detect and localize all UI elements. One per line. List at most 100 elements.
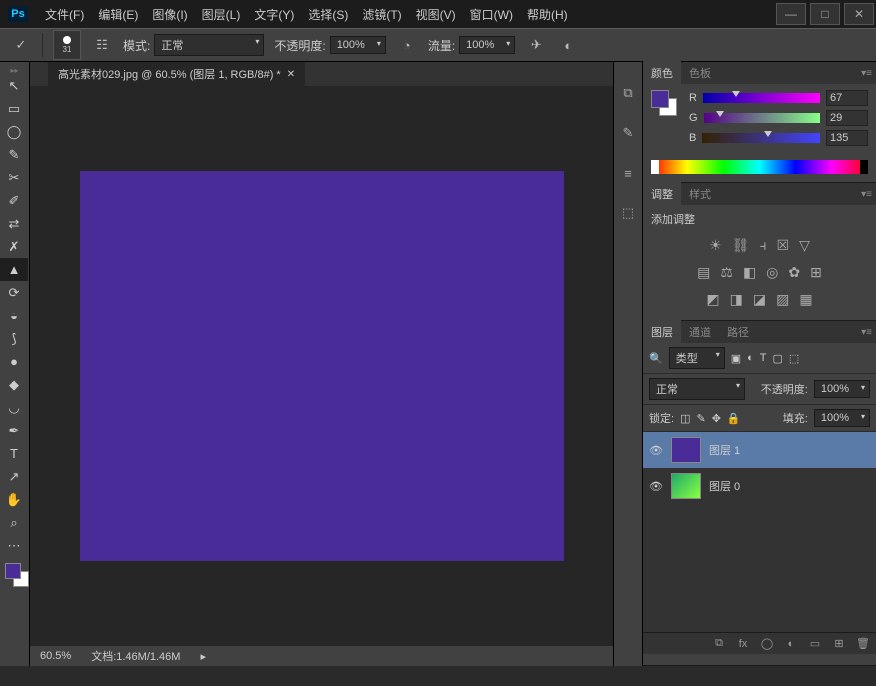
menu-item[interactable]: 文件(F)	[38, 2, 91, 27]
brightness-icon[interactable]: ☀	[709, 237, 722, 254]
trash-icon[interactable]: 🗑	[856, 637, 870, 650]
menu-item[interactable]: 文字(Y)	[247, 2, 301, 27]
fg-bg-swatches[interactable]	[3, 563, 26, 591]
tool-preset-icon[interactable]: ✓	[10, 34, 32, 56]
brush-panel-icon[interactable]: ☷	[91, 34, 113, 56]
lock-all-icon[interactable]: 🔒	[727, 412, 741, 425]
tab-channels[interactable]: 通道	[681, 320, 719, 344]
filter-pixel-icon[interactable]: ▣	[731, 352, 741, 365]
tab-styles[interactable]: 样式	[681, 182, 719, 206]
tool-button[interactable]: ✒	[0, 419, 28, 442]
pressure-opacity-icon[interactable]: ◔	[396, 34, 418, 56]
filter-type[interactable]: 类型	[669, 347, 725, 369]
tool-button[interactable]: ✗	[0, 235, 28, 258]
layer-name[interactable]: 图层 1	[709, 442, 740, 458]
document-tab[interactable]: 高光素材029.jpg @ 60.5% (图层 1, RGB/8#) *✕	[48, 62, 305, 86]
blend-mode-select[interactable]: 正常	[154, 34, 264, 56]
layer-name[interactable]: 图层 0	[709, 478, 740, 494]
mixer-icon[interactable]: ✿	[788, 264, 800, 281]
tab-adjustments[interactable]: 调整	[643, 182, 681, 206]
tab-swatches[interactable]: 色板	[681, 61, 719, 85]
tool-button[interactable]: ●	[0, 350, 28, 373]
selective-icon[interactable]: ▦	[799, 291, 812, 308]
layer-row[interactable]: 👁 图层 1	[643, 432, 876, 468]
menu-item[interactable]: 视图(V)	[409, 2, 463, 27]
tool-button[interactable]: ✂	[0, 166, 28, 189]
tool-button[interactable]: ◆	[0, 373, 28, 396]
pressure-size-icon[interactable]: ◐	[557, 34, 579, 56]
tab-layers[interactable]: 图层	[643, 320, 681, 344]
brush-preview[interactable]: 31	[53, 30, 81, 60]
menu-item[interactable]: 编辑(E)	[91, 2, 145, 27]
panel-menu-icon[interactable]: ▾≡	[861, 189, 872, 200]
vibrance-icon[interactable]: ▽	[799, 237, 810, 254]
menu-item[interactable]: 选择(S)	[301, 2, 355, 27]
close-tab-icon[interactable]: ✕	[287, 69, 295, 80]
b-slider[interactable]	[702, 133, 820, 143]
exposure-icon[interactable]: ☒	[777, 237, 790, 254]
visibility-icon[interactable]: 👁	[649, 444, 663, 457]
filter-adjust-icon[interactable]: ◐	[747, 352, 754, 364]
menu-item[interactable]: 窗口(W)	[463, 2, 520, 27]
menu-item[interactable]: 图层(L)	[195, 2, 248, 27]
link-icon[interactable]: ⧉	[712, 637, 726, 650]
gradient-icon[interactable]: ▨	[776, 291, 789, 308]
panel-grip[interactable]: ▸▸	[0, 66, 29, 74]
visibility-icon[interactable]: 👁	[649, 480, 663, 493]
maximize-button[interactable]: □	[810, 3, 840, 25]
panel-menu-icon[interactable]: ▾≡	[861, 68, 872, 79]
search-icon[interactable]: 🔍	[649, 352, 663, 365]
flow-field[interactable]: 100%	[459, 36, 515, 54]
canvas[interactable]	[80, 171, 564, 561]
tool-button[interactable]: ✐	[0, 189, 28, 212]
balance-icon[interactable]: ⚖	[720, 264, 733, 281]
tool-button[interactable]: ⋯	[0, 534, 28, 557]
tool-button[interactable]: ↗	[0, 465, 28, 488]
r-slider[interactable]	[703, 93, 820, 103]
tool-button[interactable]: ⟳	[0, 281, 28, 304]
color-spectrum[interactable]	[651, 160, 868, 174]
opacity-field[interactable]: 100%	[330, 36, 386, 54]
lookup-icon[interactable]: ⊞	[810, 264, 822, 281]
minimize-button[interactable]: —	[776, 3, 806, 25]
lock-trans-icon[interactable]: ◫	[680, 412, 690, 425]
filter-shape-icon[interactable]: ▢	[773, 352, 783, 365]
fill-adj-icon[interactable]: ◐	[784, 638, 798, 650]
menu-item[interactable]: 滤镜(T)	[355, 2, 408, 27]
g-input[interactable]	[826, 110, 868, 126]
foreground-swatch[interactable]	[5, 563, 21, 579]
invert-icon[interactable]: ◩	[706, 291, 719, 308]
tool-button[interactable]: ✋	[0, 488, 28, 511]
posterize-icon[interactable]: ◨	[730, 291, 743, 308]
curves-icon[interactable]: ⫞	[760, 237, 767, 254]
zoom-level[interactable]: 60.5%	[40, 650, 71, 662]
mask-icon[interactable]: ◯	[760, 637, 774, 650]
menu-item[interactable]: 图像(I)	[145, 2, 194, 27]
history-icon[interactable]: ⧉	[617, 82, 639, 104]
brush-icon[interactable]: ✎	[617, 122, 639, 144]
tool-button[interactable]: ⇄	[0, 212, 28, 235]
r-input[interactable]	[826, 90, 868, 106]
tool-button[interactable]: ✎	[0, 143, 28, 166]
layer-opacity[interactable]: 100%	[814, 380, 870, 398]
tool-button[interactable]: ⟆	[0, 327, 28, 350]
lock-pixel-icon[interactable]: ✎	[696, 412, 705, 425]
new-layer-icon[interactable]: ⊞	[832, 637, 846, 650]
group-icon[interactable]: ▭	[808, 637, 822, 650]
hue-icon[interactable]: ▤	[697, 264, 710, 281]
tool-button[interactable]: ◒	[0, 304, 28, 327]
tool-button[interactable]: ↖	[0, 74, 28, 97]
panel-fg-bg[interactable]	[651, 90, 679, 118]
g-slider[interactable]	[704, 113, 820, 123]
close-button[interactable]: ✕	[844, 3, 874, 25]
b-input[interactable]	[826, 130, 868, 146]
layer-thumb[interactable]	[671, 437, 701, 463]
tool-button[interactable]: T	[0, 442, 28, 465]
status-arrow-icon[interactable]: ▸	[200, 650, 206, 663]
layer-row[interactable]: 👁 图层 0	[643, 468, 876, 504]
filter-smart-icon[interactable]: ⬚	[789, 352, 799, 365]
tool-button[interactable]: ▲	[0, 258, 28, 281]
fx-icon[interactable]: fx	[736, 638, 750, 650]
menu-item[interactable]: 帮助(H)	[520, 2, 575, 27]
filter-text-icon[interactable]: T	[760, 352, 767, 364]
